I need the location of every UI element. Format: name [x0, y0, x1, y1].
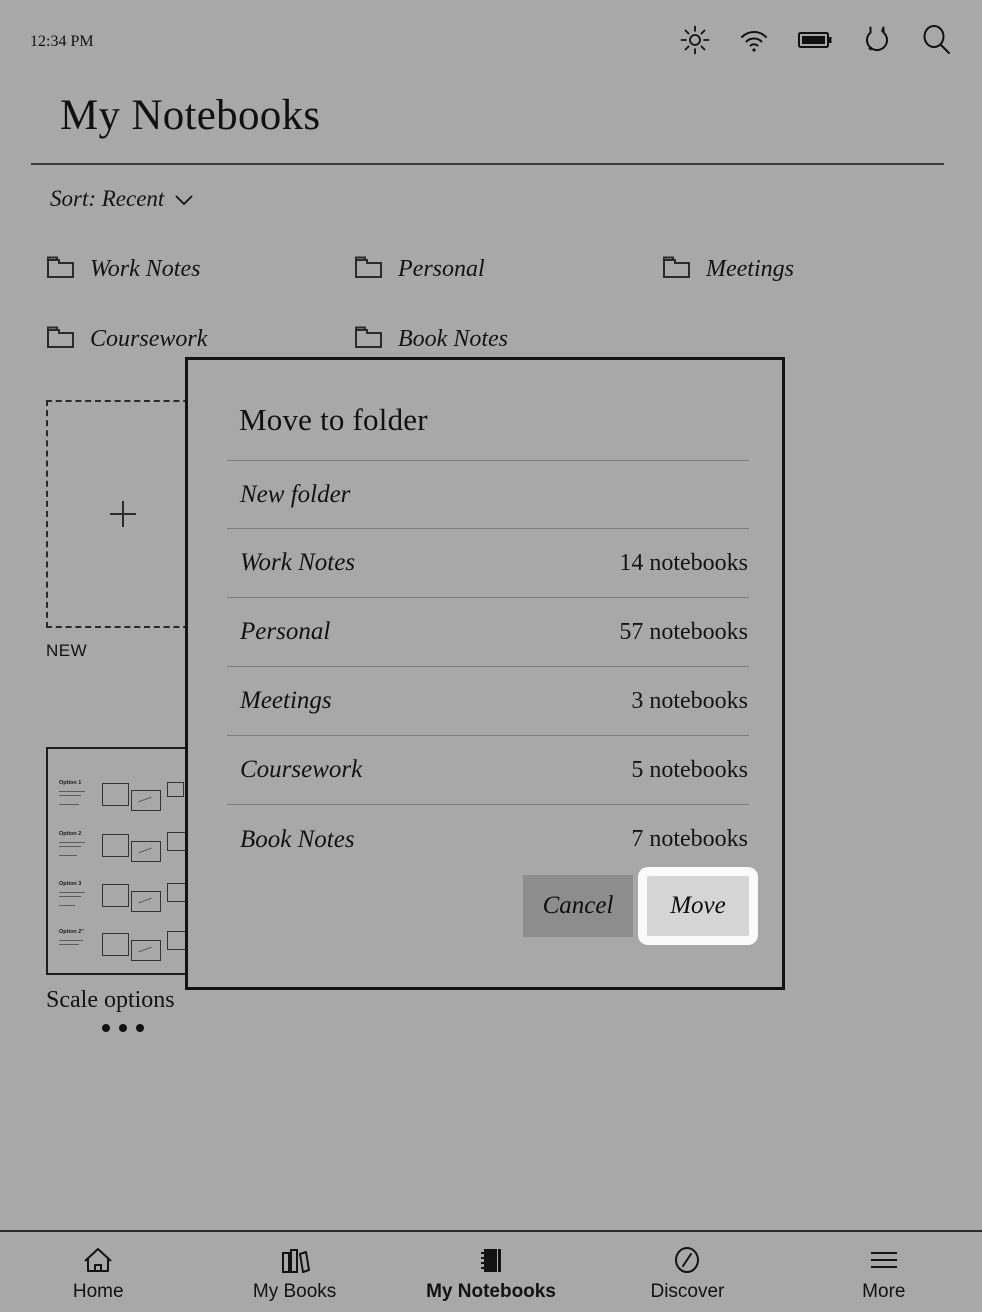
notebook-thumbnail[interactable]: Option 1 Option 2 Option 3 Option 2": [46, 747, 199, 975]
folder-option-coursework[interactable]: Coursework 5 notebooks: [227, 736, 749, 805]
search-icon[interactable]: [921, 24, 952, 60]
sync-icon[interactable]: [861, 24, 892, 60]
folder-icon: [662, 254, 692, 285]
move-button-focus-ring: Move: [638, 867, 758, 945]
home-icon: [81, 1245, 115, 1275]
sort-control[interactable]: Sort: Recent: [50, 185, 195, 213]
folder-label: Personal: [398, 255, 485, 282]
folder-icon: [354, 324, 384, 355]
folder-option-label: Personal: [240, 618, 331, 645]
folder-option-book-notes[interactable]: Book Notes 7 notebooks: [227, 805, 749, 874]
nav-label: My Notebooks: [426, 1281, 556, 1302]
folder-icon: [46, 324, 76, 355]
nav-item-discover[interactable]: Discover: [589, 1232, 785, 1312]
books-icon: [278, 1245, 312, 1275]
folder-option-count: 5 notebooks: [631, 756, 748, 783]
folder-option-personal[interactable]: Personal 57 notebooks: [227, 598, 749, 667]
folder-item-coursework[interactable]: Coursework: [46, 320, 354, 358]
nav-label: More: [862, 1281, 906, 1302]
folder-item-book-notes[interactable]: Book Notes: [354, 320, 662, 358]
notebook-icon: [474, 1245, 508, 1275]
folder-label: Meetings: [706, 255, 794, 282]
status-time: 12:34 PM: [30, 33, 94, 50]
more-options-icon[interactable]: [46, 1024, 199, 1032]
folder-option-count: 57 notebooks: [619, 618, 748, 645]
chevron-down-icon: [173, 187, 195, 213]
status-icon-group: [680, 24, 952, 60]
nav-item-my-books[interactable]: My Books: [196, 1232, 392, 1312]
folder-option-count: 3 notebooks: [631, 687, 748, 714]
wifi-icon[interactable]: [739, 25, 769, 60]
folder-label: Coursework: [90, 325, 208, 352]
cancel-button[interactable]: Cancel: [523, 875, 633, 937]
notebook-card-scale-options[interactable]: Option 1 Option 2 Option 3 Option 2" Sca…: [46, 747, 201, 1032]
folder-option-meetings[interactable]: Meetings 3 notebooks: [227, 667, 749, 736]
dialog-actions: Cancel Move: [523, 867, 758, 945]
folder-option-label: Book Notes: [240, 825, 355, 853]
folder-label: Work Notes: [90, 255, 201, 282]
sort-label: Sort: Recent: [50, 186, 165, 211]
folder-item-personal[interactable]: Personal: [354, 250, 662, 288]
dialog-title: Move to folder: [239, 402, 428, 437]
plus-icon: [109, 501, 136, 527]
folder-option-label: New folder: [240, 480, 351, 508]
nav-item-my-notebooks[interactable]: My Notebooks: [393, 1232, 589, 1312]
new-notebook-tile[interactable]: [46, 400, 199, 628]
nav-label: Discover: [650, 1281, 725, 1302]
folder-icon: [354, 254, 384, 285]
notebook-title: Scale options: [46, 987, 175, 1013]
new-notebook-label: NEW: [46, 641, 88, 660]
new-notebook-card[interactable]: NEW: [46, 400, 201, 685]
folder-option-label: Work Notes: [240, 549, 356, 576]
folder-option-count: 7 notebooks: [631, 826, 748, 852]
nav-label: Home: [72, 1281, 124, 1302]
folder-item-meetings[interactable]: Meetings: [662, 250, 922, 288]
move-to-folder-dialog: Move to folder New folder Work Notes 14 …: [185, 357, 785, 990]
folder-option-new-folder[interactable]: New folder: [227, 460, 749, 529]
status-bar: 12:34 PM: [0, 0, 982, 84]
brightness-icon[interactable]: [680, 25, 710, 60]
battery-icon[interactable]: [798, 29, 832, 56]
nav-item-home[interactable]: Home: [0, 1232, 196, 1312]
folder-grid: Work Notes Personal Meetings Coursework: [46, 250, 926, 358]
folder-option-work-notes[interactable]: Work Notes 14 notebooks: [227, 529, 749, 598]
nav-label: My Books: [252, 1281, 337, 1302]
folder-option-label: Coursework: [240, 756, 363, 783]
hamburger-icon: [867, 1245, 901, 1275]
move-button[interactable]: Move: [647, 876, 749, 936]
header-divider: [31, 163, 944, 165]
compass-icon: [670, 1245, 704, 1275]
folder-icon: [46, 254, 76, 285]
folder-item-work-notes[interactable]: Work Notes: [46, 250, 354, 288]
folder-option-label: Meetings: [240, 687, 332, 714]
bottom-navigation: Home My Books My Notebooks Discover More: [0, 1230, 982, 1312]
folder-option-list: New folder Work Notes 14 notebooks Perso…: [227, 460, 749, 874]
folder-option-count: 14 notebooks: [619, 549, 748, 576]
folder-label: Book Notes: [398, 325, 508, 352]
nav-item-more[interactable]: More: [786, 1232, 982, 1312]
page-title: My Notebooks: [60, 92, 321, 139]
